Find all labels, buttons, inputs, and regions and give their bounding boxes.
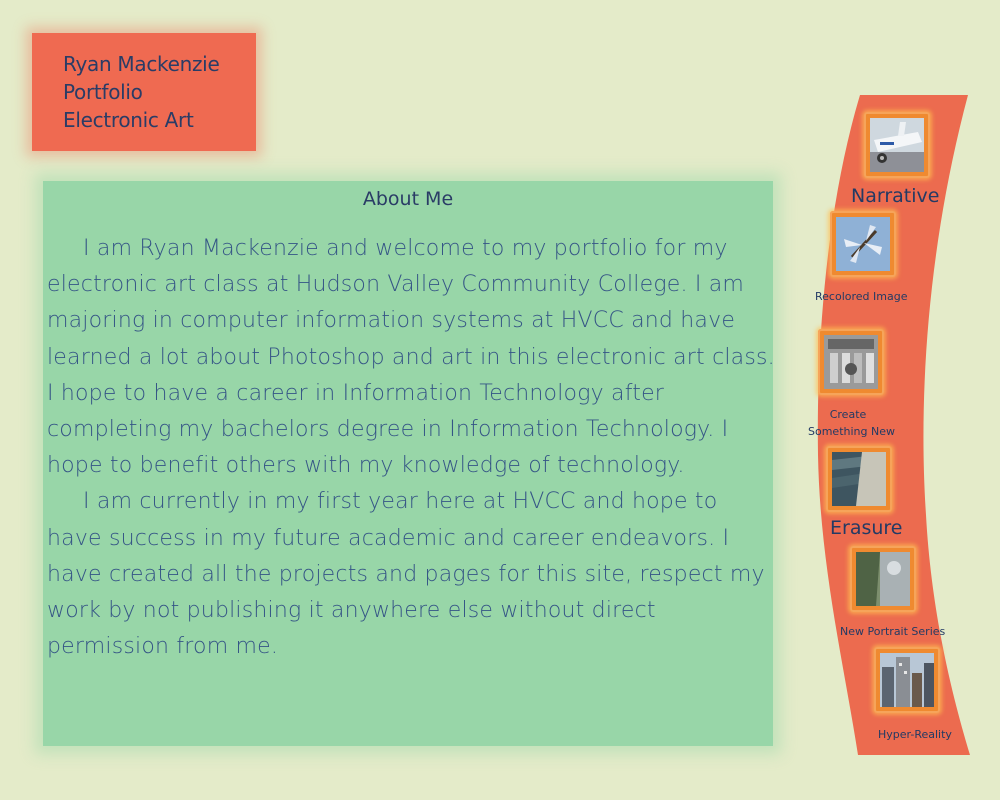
site-title-box: Ryan Mackenzie Portfolio Electronic Art	[32, 33, 256, 151]
nav-create-line2: Something New	[808, 425, 895, 438]
about-body: I am Ryan Mackenzie and welcome to my po…	[47, 231, 777, 665]
portrait-image	[856, 552, 910, 606]
erasure-thumbnail-link[interactable]	[826, 446, 892, 512]
nav-erasure-link[interactable]: Erasure	[830, 517, 902, 539]
site-title-subject: Electronic Art	[63, 108, 194, 132]
about-panel: About Me I am Ryan Mackenzie and welcome…	[43, 181, 775, 746]
dragonfly-image	[836, 217, 890, 271]
nav-create-line1: Create	[829, 408, 867, 421]
narrative-thumbnail-link[interactable]	[864, 112, 930, 178]
machinery-image	[824, 335, 878, 389]
create-thumbnail-link[interactable]	[818, 329, 884, 395]
nav-portrait-link[interactable]: New Portrait Series	[840, 623, 945, 640]
nav-recolored-link[interactable]: Recolored Image	[815, 288, 907, 305]
portrait-thumbnail-link[interactable]	[850, 546, 916, 612]
about-paragraph: I am currently in my first year here at …	[47, 489, 765, 660]
airplane-image	[870, 118, 924, 172]
nav-hyper-link[interactable]: Hyper-Reality	[878, 726, 952, 743]
hyper-thumbnail-link[interactable]	[874, 647, 940, 713]
site-title-name: Ryan Mackenzie	[63, 52, 220, 76]
nav-sidebar: Narrative Recolored Image Create Somethi…	[800, 95, 1000, 755]
nav-narrative-link[interactable]: Narrative	[851, 185, 939, 207]
about-paragraph: I am Ryan Mackenzie and welcome to my po…	[47, 236, 775, 479]
recolored-thumbnail-link[interactable]	[830, 211, 896, 277]
site-title-portfolio: Portfolio	[63, 80, 143, 104]
about-heading: About Me	[362, 188, 454, 210]
city-image	[880, 653, 934, 707]
erasure-image	[832, 452, 886, 506]
nav-create-link[interactable]: Create Something New	[808, 406, 895, 440]
